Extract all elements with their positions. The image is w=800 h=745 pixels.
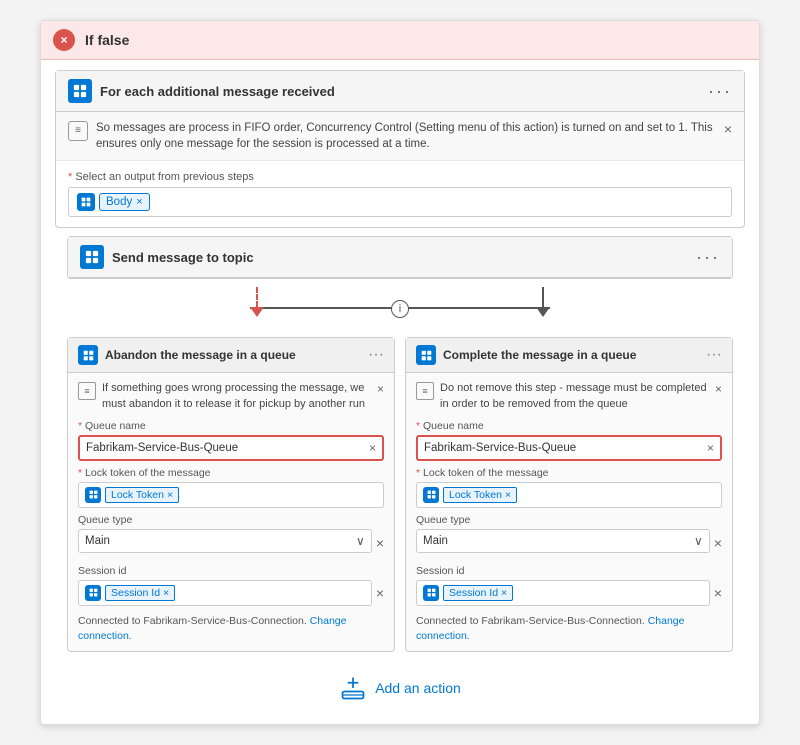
abandon-session-tag: Session Id ×: [105, 585, 175, 601]
abandon-lock-icon: [85, 487, 101, 503]
complete-connected-text: Connected to Fabrikam-Service-Bus-Connec…: [416, 614, 722, 643]
complete-branch: Complete the message in a queue ··· ≡ Do…: [405, 337, 733, 652]
info-icon: ≡: [68, 121, 88, 141]
if-false-title: If false: [85, 32, 129, 48]
complete-session-label: Session id: [416, 565, 722, 577]
complete-body: ≡ Do not remove this step - message must…: [406, 373, 732, 651]
abandon-connected-text: Connected to Fabrikam-Service-Bus-Connec…: [78, 614, 384, 643]
abandon-session-input[interactable]: Session Id ×: [78, 580, 372, 606]
abandon-queue-type-clear[interactable]: ×: [376, 529, 384, 559]
for-each-block: For each additional message received ···…: [55, 70, 745, 228]
abandon-queue-type-value: Main: [85, 535, 356, 547]
complete-session-input[interactable]: Session Id ×: [416, 580, 710, 606]
complete-session-clear[interactable]: ×: [714, 585, 722, 601]
complete-lock-label: * Lock token of the message: [416, 467, 722, 479]
add-action-row[interactable]: Add an action: [55, 662, 745, 714]
complete-title: Complete the message in a queue: [443, 348, 699, 362]
abandon-queue-label: * Queue name: [78, 420, 384, 432]
complete-queue-type-clear[interactable]: ×: [714, 529, 722, 559]
abandon-lock-tag: Lock Token ×: [105, 487, 179, 503]
abandon-session-clear[interactable]: ×: [376, 585, 384, 601]
select-output-label: * Select an output from previous steps: [68, 171, 732, 183]
info-banner: ≡ So messages are process in FIFO order,…: [56, 112, 744, 161]
complete-icon: [416, 345, 436, 365]
abandon-session-icon: [85, 585, 101, 601]
send-message-block: Send message to topic ···: [67, 236, 733, 279]
abandon-header[interactable]: Abandon the message in a queue ···: [68, 338, 394, 373]
close-button[interactable]: ×: [53, 29, 75, 51]
info-circle: i: [391, 300, 409, 318]
complete-dropdown-chevron[interactable]: ∨: [694, 534, 703, 548]
complete-header[interactable]: Complete the message in a queue ···: [406, 338, 732, 373]
send-message-title: Send message to topic: [112, 250, 688, 265]
abandon-queue-clear[interactable]: ×: [369, 441, 376, 455]
abandon-info-row: ≡ If something goes wrong processing the…: [78, 381, 384, 412]
arrow-down-left: [250, 307, 264, 317]
if-false-header: × If false: [41, 21, 759, 60]
complete-info-close[interactable]: ×: [715, 381, 722, 398]
abandon-info-icon: ≡: [78, 382, 96, 400]
complete-session-tag: Session Id ×: [443, 585, 513, 601]
abandon-session-label: Session id: [78, 565, 384, 577]
complete-queue-value: Fabrikam-Service-Bus-Queue: [424, 442, 707, 454]
arrow-down-right: [536, 307, 550, 317]
banner-close-button[interactable]: ×: [724, 120, 732, 140]
complete-queue-label: * Queue name: [416, 420, 722, 432]
abandon-title: Abandon the message in a queue: [105, 348, 361, 362]
for-each-icon: [68, 79, 92, 103]
branch-arrows: i: [55, 287, 745, 337]
abandon-icon: [78, 345, 98, 365]
for-each-dots[interactable]: ···: [708, 81, 732, 102]
select-output-section: * Select an output from previous steps B…: [56, 161, 744, 227]
send-message-icon: [80, 245, 104, 269]
complete-lock-tag: Lock Token ×: [443, 487, 517, 503]
abandon-body: ≡ If something goes wrong processing the…: [68, 373, 394, 651]
complete-dots[interactable]: ···: [706, 346, 722, 364]
complete-lock-icon: [423, 487, 439, 503]
add-action-label: Add an action: [375, 680, 461, 696]
abandon-lock-label: * Lock token of the message: [78, 467, 384, 479]
branches-row: Abandon the message in a queue ··· ≡ If …: [55, 337, 745, 662]
body-tag: Body ×: [99, 193, 150, 211]
abandon-lock-input[interactable]: Lock Token ×: [78, 482, 384, 508]
abandon-dropdown-chevron[interactable]: ∨: [356, 534, 365, 548]
abandon-queue-input[interactable]: Fabrikam-Service-Bus-Queue ×: [78, 435, 384, 461]
dashed-left-line: [256, 287, 258, 307]
body-tag-icon: [77, 193, 95, 211]
complete-info-text: Do not remove this step - message must b…: [440, 381, 709, 412]
complete-queue-type-dropdown[interactable]: Main ∨: [416, 529, 710, 553]
complete-queue-clear[interactable]: ×: [707, 441, 714, 455]
complete-queue-input[interactable]: Fabrikam-Service-Bus-Queue ×: [416, 435, 722, 461]
abandon-queue-value: Fabrikam-Service-Bus-Queue: [86, 442, 369, 454]
arrow-right: [536, 287, 550, 317]
complete-queue-type-value: Main: [423, 535, 694, 547]
abandon-dots[interactable]: ···: [368, 346, 384, 364]
abandon-branch: Abandon the message in a queue ··· ≡ If …: [67, 337, 395, 652]
add-action-icon: [339, 674, 367, 702]
for-each-header[interactable]: For each additional message received ···: [56, 71, 744, 112]
complete-queue-type-label: Queue type: [416, 514, 722, 526]
info-text: So messages are process in FIFO order, C…: [96, 120, 716, 152]
send-message-header[interactable]: Send message to topic ···: [68, 237, 732, 278]
complete-info-row: ≡ Do not remove this step - message must…: [416, 381, 722, 412]
select-output-input[interactable]: Body ×: [68, 187, 732, 217]
body-tag-close[interactable]: ×: [136, 196, 142, 208]
abandon-info-text: If something goes wrong processing the m…: [102, 381, 371, 412]
abandon-queue-type-dropdown[interactable]: Main ∨: [78, 529, 372, 553]
for-each-title: For each additional message received: [100, 84, 700, 99]
solid-right-line: [542, 287, 544, 307]
complete-lock-input[interactable]: Lock Token ×: [416, 482, 722, 508]
abandon-info-close[interactable]: ×: [377, 381, 384, 398]
abandon-queue-type-label: Queue type: [78, 514, 384, 526]
send-message-dots[interactable]: ···: [696, 247, 720, 268]
complete-session-icon: [423, 585, 439, 601]
arrow-left: [250, 287, 264, 317]
complete-info-icon: ≡: [416, 382, 434, 400]
